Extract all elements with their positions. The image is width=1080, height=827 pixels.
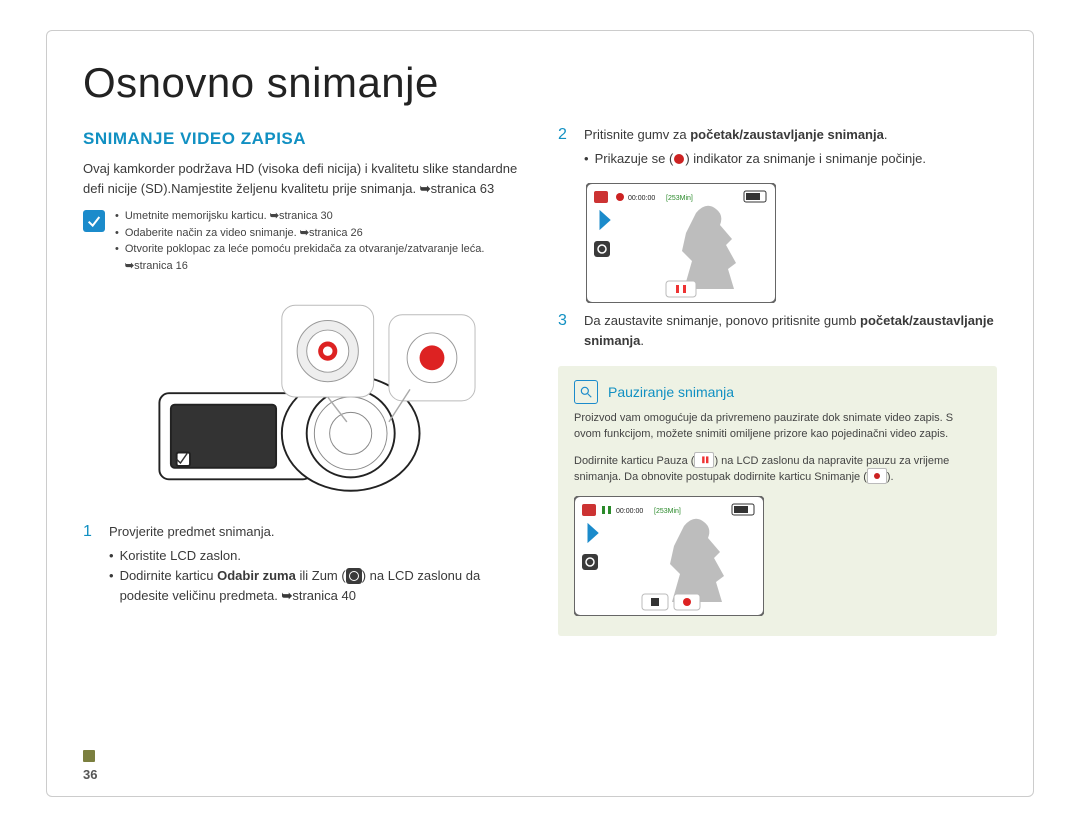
magnifier-icon xyxy=(574,380,598,404)
bullet-icon: • xyxy=(115,208,119,225)
step-1: 1 Provjerite predmet snimanja. • Koristit… xyxy=(83,522,522,607)
step-sub-1: Koristite LCD zaslon. xyxy=(120,546,241,566)
lcd-screenshot-recording: 00:00:00 [253Min] xyxy=(586,183,997,303)
callout-p2a: Dodirnite karticu Pauza ( xyxy=(574,455,694,467)
bullet-icon: • xyxy=(115,241,119,274)
callout-p1: Proizvod vam omogućuje da privremeno pau… xyxy=(574,410,981,443)
arrow-icon: ➥ xyxy=(270,210,279,222)
precheck-ref: stranica 26 xyxy=(309,227,363,239)
step-number: 2 xyxy=(558,125,572,169)
bullet-icon: • xyxy=(109,566,114,606)
step-list-right: 2 Pritisnite gumv za početak/zaustavljan… xyxy=(558,125,997,169)
left-column: SNIMANJE VIDEO ZAPISA Ovaj kamkorder pod… xyxy=(83,125,522,636)
record-button-icon xyxy=(867,468,887,484)
right-column: 2 Pritisnite gumv za početak/zaustavljan… xyxy=(558,125,997,636)
precheck-box: •Umetnite memorijsku karticu. ➥stranica … xyxy=(83,208,522,274)
rec-time: 00:00:00 xyxy=(628,195,655,202)
callout-title: Pauziranje snimanja xyxy=(608,384,734,400)
step-text: Provjerite predmet snimanja. xyxy=(109,522,522,542)
callout-p2: Dodirnite karticu Pauza () na LCD zaslon… xyxy=(574,453,981,486)
intro-ref: stranica 63 xyxy=(431,181,495,196)
page-number: 36 xyxy=(83,767,97,782)
page-frame: Osnovno snimanje SNIMANJE VIDEO ZAPISA O… xyxy=(46,30,1034,797)
camcorder-illustration xyxy=(83,288,522,508)
precheck-text: Otvorite poklopac za leće pomoću prekida… xyxy=(125,243,485,255)
precheck-ref: stranica 16 xyxy=(134,260,188,272)
rec-remain: [253Min] xyxy=(654,508,681,515)
section-heading: SNIMANJE VIDEO ZAPISA xyxy=(83,129,522,149)
intro-paragraph: Ovaj kamkorder podržava HD (visoka defi … xyxy=(83,159,522,198)
step2-sub-a: Prikazuje se ( xyxy=(595,151,674,166)
arrow-icon: ➥ xyxy=(281,588,292,603)
callout-p2c: ). xyxy=(887,471,894,483)
callout-header: Pauziranje snimanja xyxy=(574,380,981,404)
step2-text-c: . xyxy=(884,127,888,142)
pause-callout: Pauziranje snimanja Proizvod vam omoguću… xyxy=(558,366,997,636)
step2-text-a: Pritisnite gumv za xyxy=(584,127,690,142)
arrow-icon: ➥ xyxy=(300,227,309,239)
precheck-item: • Otvorite poklopac za leće pomoću prekid… xyxy=(115,241,522,274)
step-sub-2: Dodirnite karticu Odabir zuma ili Zum ()… xyxy=(120,566,522,606)
bullet-icon: • xyxy=(115,225,119,242)
page-title: Osnovno snimanje xyxy=(83,59,997,107)
step2-sub-b: ) indikator za snimanje i snimanje počin… xyxy=(685,151,926,166)
step-content: Pritisnite gumv za početak/zaustavljanje… xyxy=(584,125,926,169)
step3-text-a: Da zaustavite snimanje, ponovo pritisnit… xyxy=(584,313,860,328)
step3-text-c: . xyxy=(640,333,644,348)
arrow-icon: ➥ xyxy=(125,260,134,272)
step-2: 2 Pritisnite gumv za početak/zaustavljan… xyxy=(558,125,997,169)
arrow-icon: ➥ xyxy=(420,181,431,196)
step2-text-b: početak/zaustavljanje snimanja xyxy=(690,127,884,142)
precheck-item: • Odaberite način za video snimanje. ➥str… xyxy=(115,225,522,242)
step-number: 3 xyxy=(558,311,572,351)
page-corner-accent xyxy=(83,750,95,762)
callout-body: Proizvod vam omogućuje da privremeno pau… xyxy=(574,410,981,616)
step-number: 1 xyxy=(83,522,97,607)
precheck-ref: stranica 30 xyxy=(279,210,333,222)
step-content: Da zaustavite snimanje, ponovo pritisnit… xyxy=(584,311,997,351)
step-sub-2ref: stranica 40 xyxy=(292,588,356,603)
step-list-right-3: 3 Da zaustavite snimanje, ponovo pritisn… xyxy=(558,311,997,351)
lcd-screenshot-paused: 00:00:00 [253Min] xyxy=(574,496,981,616)
step-3: 3 Da zaustavite snimanje, ponovo pritisn… xyxy=(558,311,997,351)
precheck-text: Umetnite memorijsku karticu. xyxy=(125,210,270,222)
step-sub: • Prikazuje se ( ) indikator za snimanje … xyxy=(584,149,926,169)
record-indicator-icon xyxy=(673,153,685,165)
step-text: Pritisnite gumv za početak/zaustavljanje… xyxy=(584,125,926,145)
precheck-check-icon xyxy=(83,210,105,232)
precheck-text: Odaberite način za video snimanje. xyxy=(125,227,300,239)
content-columns: SNIMANJE VIDEO ZAPISA Ovaj kamkorder pod… xyxy=(83,125,997,636)
rec-remain: [253Min] xyxy=(666,195,693,202)
step-sub-2a: Dodirnite karticu xyxy=(120,568,218,583)
step-list-left: 1 Provjerite predmet snimanja. • Koristit… xyxy=(83,522,522,607)
step-sub-2b: Odabir zuma xyxy=(217,568,296,583)
precheck-item: • Umetnite memorijsku karticu. ➥stranica … xyxy=(115,208,522,225)
step-content: Provjerite predmet snimanja. • Koristite … xyxy=(109,522,522,607)
zoom-icon xyxy=(346,568,362,584)
bullet-icon: • xyxy=(109,546,114,566)
step-sublist: • Koristite LCD zaslon. • Dodirnite karti… xyxy=(109,546,522,606)
rec-time: 00:00:00 xyxy=(616,508,643,515)
step-sub-2c: ili Zum ( xyxy=(296,568,346,583)
pause-button-icon xyxy=(694,452,714,468)
precheck-list: •Umetnite memorijsku karticu. ➥stranica … xyxy=(115,208,522,274)
bullet-icon: • xyxy=(584,149,589,169)
